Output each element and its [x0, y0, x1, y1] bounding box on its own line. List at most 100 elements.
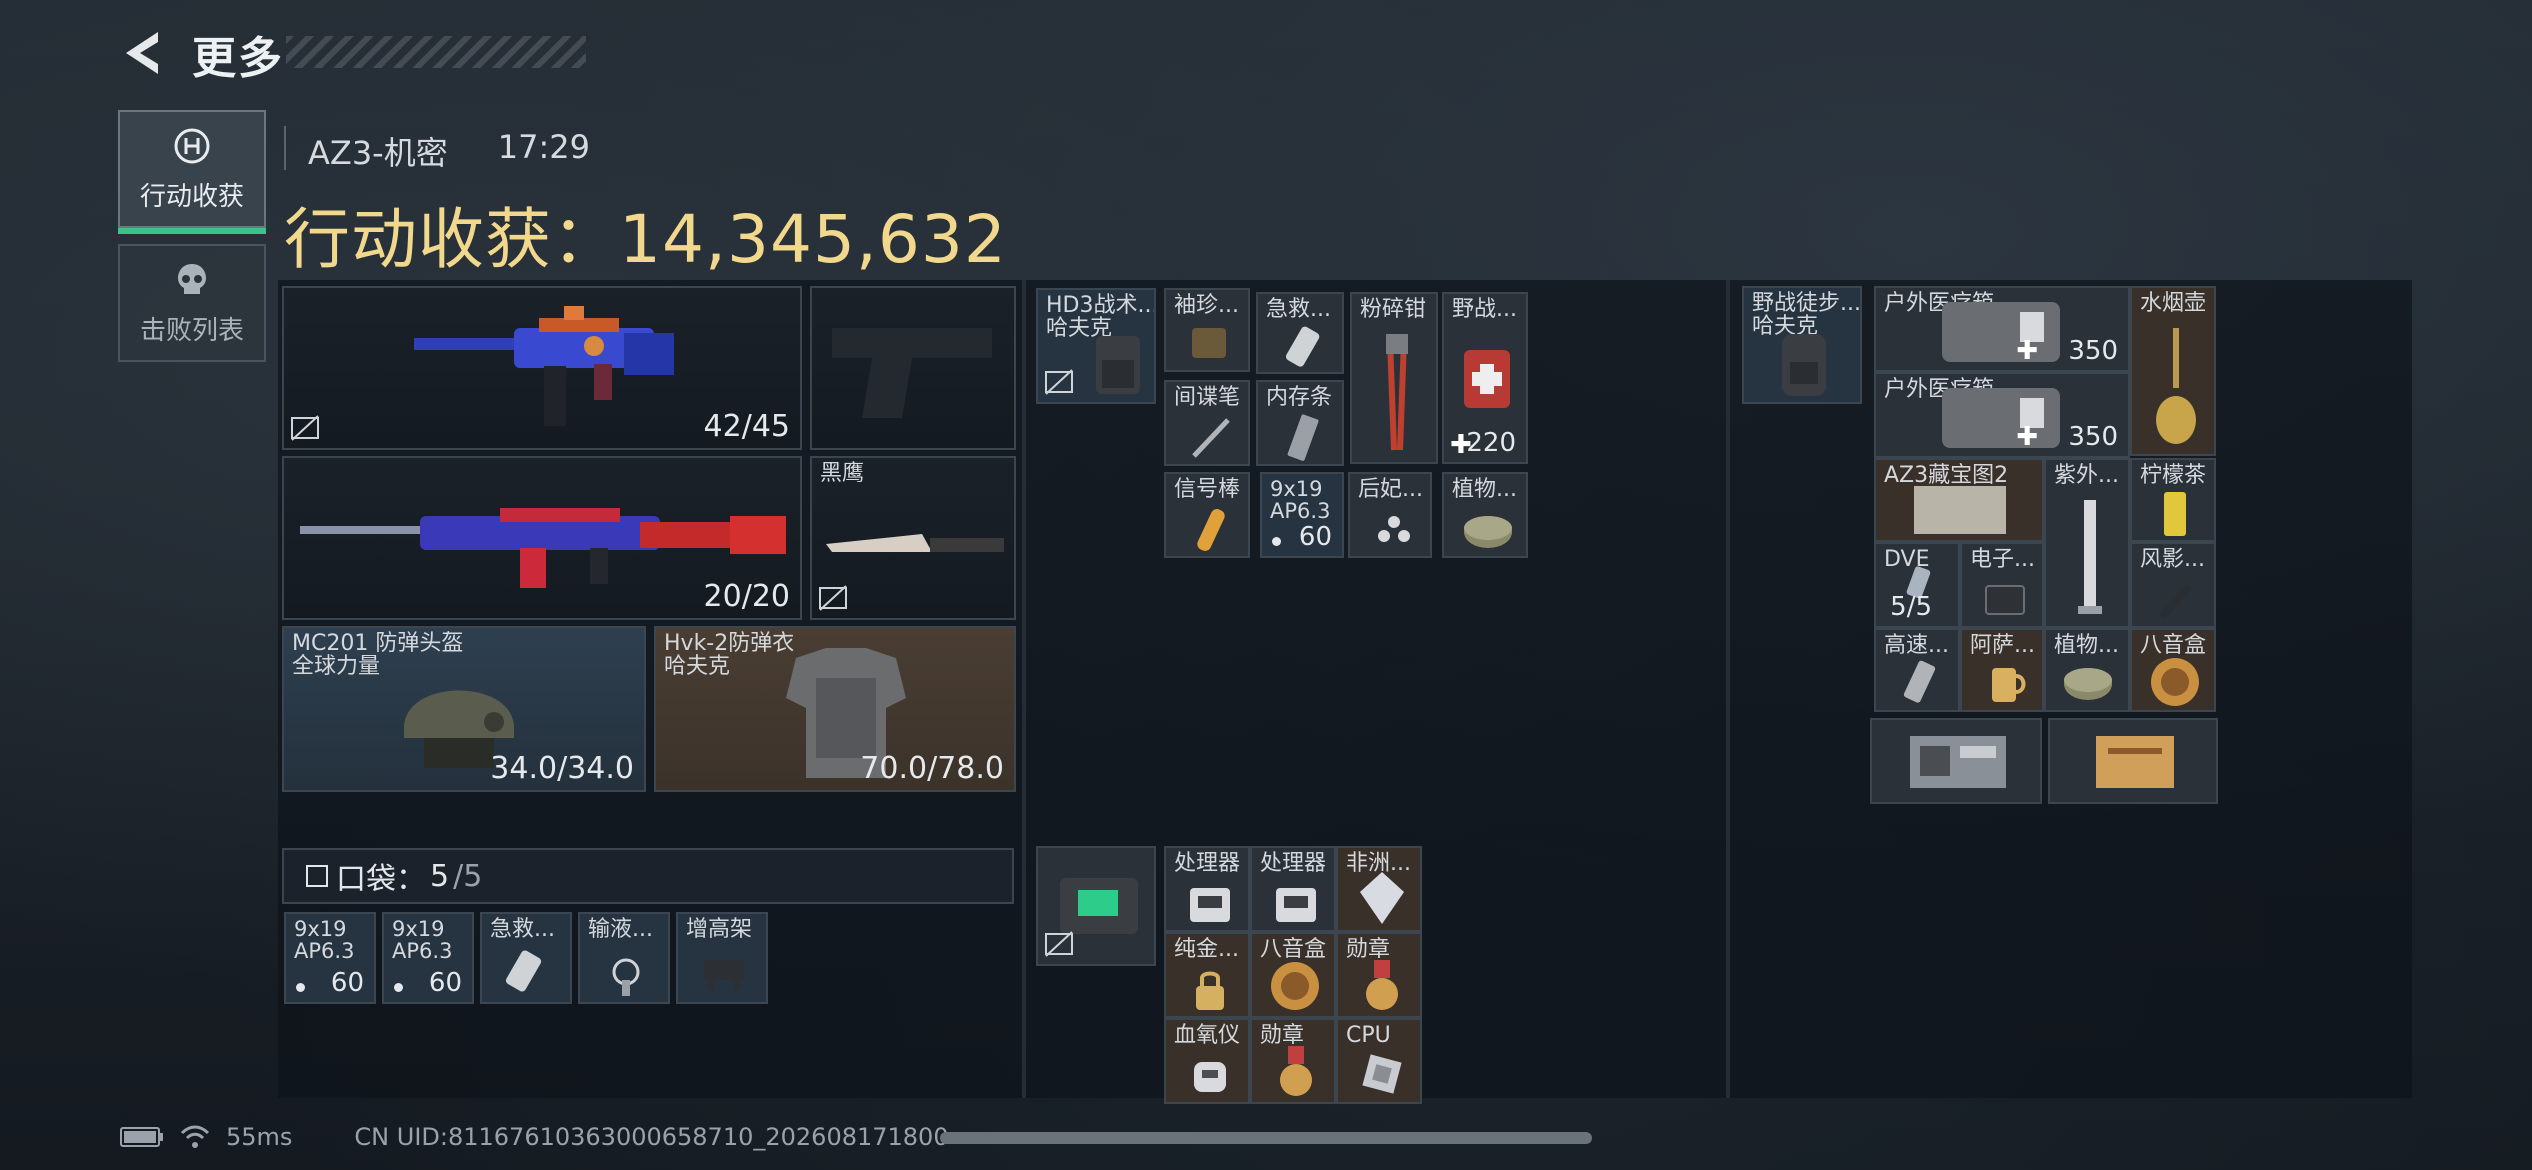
secondary-weapon-slot[interactable]: 20/20: [282, 456, 802, 620]
backpack-item[interactable]: [2048, 718, 2218, 804]
backpack-item[interactable]: 户外医疗箱 ✚ 350: [1874, 372, 2130, 458]
info-divider: [284, 126, 286, 170]
ram-icon: [1287, 414, 1319, 461]
backpack-slot[interactable]: 野战徒步... 哈夫克: [1742, 286, 1862, 404]
pocket-item[interactable]: 9x19 AP6.3 60: [284, 912, 376, 1004]
case-item[interactable]: 勋章: [1336, 932, 1422, 1018]
case-item[interactable]: 血氧仪: [1164, 1018, 1250, 1104]
item-label: 紫外...: [2054, 463, 2119, 488]
helmet-slot[interactable]: MC201 防弹头盔 全球力量 34.0/34.0: [282, 626, 646, 792]
armor-slot[interactable]: Hvk-2防弹衣 哈夫克 70.0/78.0: [654, 626, 1016, 792]
rig-item[interactable]: 植物...: [1442, 472, 1528, 558]
item-label: CPU: [1346, 1023, 1391, 1048]
item-label: 内存条: [1266, 385, 1333, 410]
processor-icon: [1276, 888, 1316, 922]
case-item[interactable]: 处理器: [1164, 846, 1250, 932]
chest-rig-slot[interactable]: HD3战术... 哈夫克: [1036, 288, 1156, 404]
backpack-item[interactable]: 柠檬茶: [2130, 458, 2216, 542]
rig-item[interactable]: 信号棒: [1164, 472, 1250, 558]
pistol-icon: [832, 328, 992, 418]
item-sub: AP6.3: [392, 939, 453, 964]
primary-weapon-slot[interactable]: 42/45: [282, 286, 802, 450]
backpack-item[interactable]: 电子...: [1960, 542, 2044, 628]
item-label: 信号棒: [1174, 477, 1241, 502]
backpack-icon: [1782, 334, 1826, 396]
pocket-item[interactable]: 增高架: [676, 912, 768, 1004]
uid-text: CN UID:81167610363000658710_202608171800: [354, 1123, 949, 1151]
item-label: 植物...: [2054, 633, 2119, 658]
backpack-item[interactable]: DVE 5/5: [1874, 542, 1960, 628]
item-qty: 60: [428, 968, 462, 998]
rig-item[interactable]: 后妃...: [1348, 472, 1432, 558]
armor-brand: 哈夫克: [664, 654, 731, 680]
backpack-item[interactable]: 户外医疗箱 ✚ 350: [1874, 286, 2130, 372]
case-item[interactable]: 处理器: [1250, 846, 1336, 932]
uv-lamp-icon: [2078, 500, 2102, 614]
case-item[interactable]: 八音盒: [1250, 932, 1336, 1018]
tab-loot[interactable]: 行动收获: [118, 110, 266, 234]
tab-kill-list[interactable]: 击败列表: [118, 244, 266, 362]
pocket-item[interactable]: 输液...: [578, 912, 670, 1004]
session-time: 17:29: [497, 128, 590, 166]
chest-rig-name: HD3战术...: [1046, 293, 1156, 318]
item-label: 处理器: [1260, 851, 1327, 876]
rig-item[interactable]: 袖珍...: [1164, 288, 1250, 372]
item-label: 血氧仪: [1174, 1023, 1241, 1048]
mug-icon: [1992, 668, 2026, 702]
item-qty: 60: [330, 968, 364, 998]
backpack-name: 野战徒步...: [1752, 291, 1861, 316]
safe-case-slot[interactable]: [1036, 846, 1156, 966]
backpack-item[interactable]: 高速...: [1874, 628, 1960, 712]
rig-item[interactable]: 内存条: [1256, 380, 1344, 466]
column-divider: [1022, 280, 1026, 1098]
item-label: 间谍笔: [1174, 385, 1241, 410]
backpack-item[interactable]: 紫外...: [2044, 458, 2130, 628]
pocket-item[interactable]: 急救...: [480, 912, 572, 1004]
medal-icon: [1366, 960, 1398, 1010]
rig-item[interactable]: 9x19 AP6.3 60: [1260, 472, 1344, 558]
item-text: 9x19 AP6.3: [392, 918, 452, 962]
pocket-header: 口袋： 5/5: [282, 848, 1014, 904]
rig-item[interactable]: 粉碎钳: [1350, 292, 1438, 464]
backpack-item[interactable]: [1870, 718, 2042, 804]
horizontal-scrollbar[interactable]: [940, 1132, 1592, 1144]
backpack-item[interactable]: 水烟壶: [2130, 286, 2216, 456]
item-label: 柠檬茶: [2140, 463, 2207, 488]
pocket-item[interactable]: 9x19 AP6.3 60: [382, 912, 474, 1004]
pocket-icon: [306, 865, 328, 887]
item-label: 野战...: [1452, 297, 1517, 322]
melee-name: 黑鹰: [820, 461, 865, 486]
pocket-capacity: /5: [453, 858, 483, 894]
backpack-item[interactable]: 植物...: [2044, 628, 2130, 712]
back-arrow-icon: [126, 32, 158, 74]
item-label: 风影...: [2140, 547, 2205, 572]
case-item[interactable]: 非洲...: [1336, 846, 1422, 932]
case-item[interactable]: 勋章: [1250, 1018, 1336, 1104]
backpack-item[interactable]: 风影...: [2130, 542, 2216, 628]
back-button[interactable]: [118, 28, 166, 78]
case-item[interactable]: 纯金...: [1164, 932, 1250, 1018]
item-label: 阿萨...: [1970, 633, 2035, 658]
backpack-item[interactable]: AZ3藏宝图2: [1874, 458, 2044, 542]
diamond-icon: [1360, 872, 1404, 924]
knife-icon: [826, 534, 1004, 552]
battery-icon: [120, 1127, 163, 1147]
chest-rig-icon: [1096, 336, 1140, 394]
gold-lock-icon: [1196, 971, 1224, 1010]
pistol-slot[interactable]: [810, 286, 1016, 450]
rig-item[interactable]: 间谍笔: [1164, 380, 1250, 466]
backpack-item[interactable]: 阿萨...: [1960, 628, 2044, 712]
melee-slot[interactable]: 黑鹰: [810, 456, 1016, 620]
ammo-dot-icon: [394, 983, 403, 992]
music-box-icon: [2151, 658, 2199, 706]
tab-loot-label: 行动收获: [139, 181, 244, 212]
rig-item[interactable]: 急救...: [1256, 292, 1344, 374]
armor-name: Hvk-2防弹衣: [664, 631, 795, 656]
backpack-item[interactable]: 八音盒: [2130, 628, 2216, 712]
helmet-name: MC201 防弹头盔: [292, 631, 464, 656]
rig-item[interactable]: 野战... ✚ 220: [1442, 292, 1528, 464]
case-item[interactable]: CPU: [1336, 1018, 1422, 1104]
medal-icon: [1280, 1046, 1312, 1096]
helmet-durability: 34.0/34.0: [490, 751, 634, 786]
column-divider: [1726, 280, 1730, 1098]
